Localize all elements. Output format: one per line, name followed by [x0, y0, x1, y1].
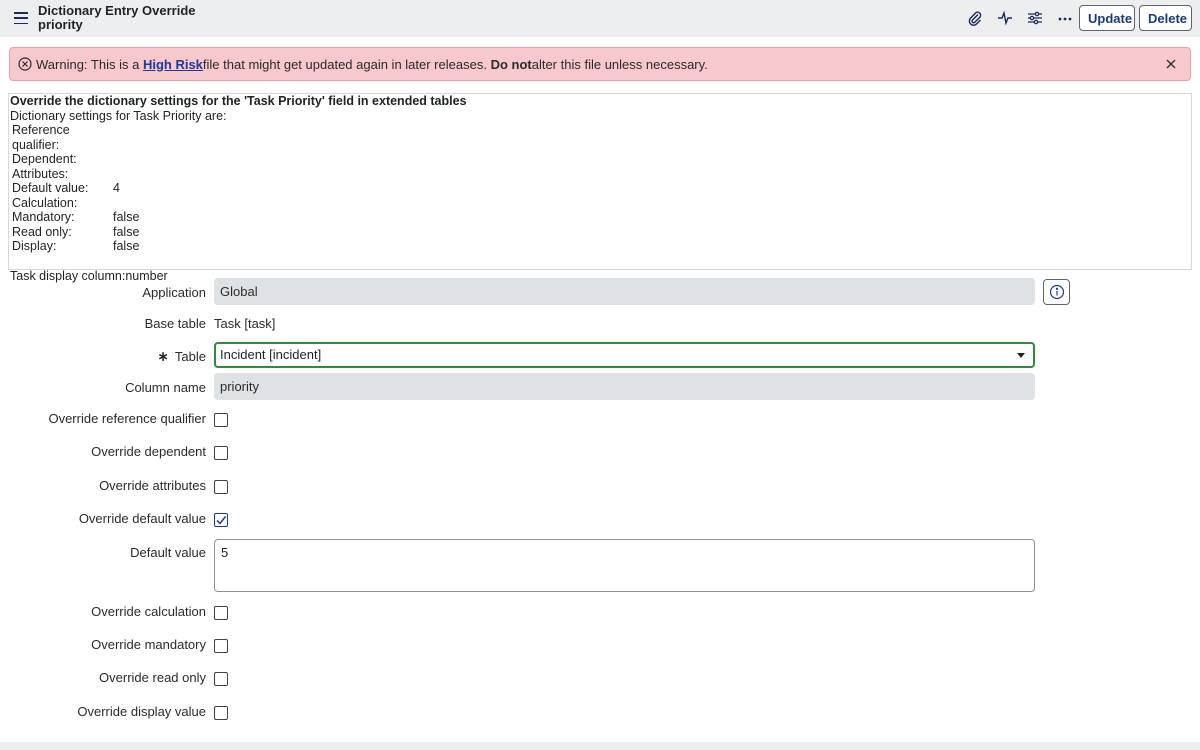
table-row: Read only: false	[12, 225, 139, 240]
override-calculation-checkbox[interactable]	[214, 606, 228, 620]
warning-middle: file that might get updated again in lat…	[202, 56, 487, 72]
application-label: Application	[142, 285, 206, 300]
table-row: Default value: 4	[12, 181, 139, 196]
default-value-label: Default value	[130, 545, 206, 560]
setting-key: Mandatory:	[12, 210, 75, 224]
override-default-value-checkbox[interactable]	[214, 513, 228, 527]
sliders-icon[interactable]	[1025, 8, 1045, 28]
override-dependent-checkbox[interactable]	[214, 446, 228, 460]
setting-key: Read only:	[12, 224, 72, 239]
warning-bold: Do not	[490, 56, 532, 72]
application-field: Global	[214, 278, 1035, 305]
high-risk-link[interactable]: High Risk	[143, 57, 203, 72]
base-table-label: Base table	[144, 316, 206, 331]
required-icon: ∗	[157, 348, 169, 364]
warning-banner: Warning: This is a High Risk file that m…	[9, 47, 1191, 81]
menu-icon[interactable]	[14, 11, 28, 25]
setting-key: Default value:	[12, 181, 89, 195]
dictionary-settings-table: Reference qualifier: Dependent: Attribut…	[12, 123, 139, 254]
table-select[interactable]: Incident [incident]	[214, 342, 1035, 368]
override-display-value-label: Override display value	[77, 704, 206, 719]
column-name-field: priority	[214, 373, 1035, 400]
bottom-bar	[0, 742, 1200, 750]
warning-prefix: Warning: This is a	[36, 56, 140, 72]
base-table-value: Task [task]	[214, 316, 276, 331]
setting-value	[113, 152, 139, 167]
override-attributes-checkbox[interactable]	[214, 480, 228, 494]
setting-value	[113, 196, 139, 211]
setting-key: Dependent:	[12, 152, 77, 166]
page-title-line1: Dictionary Entry Override	[38, 3, 196, 18]
delete-button[interactable]: Delete	[1139, 5, 1192, 31]
column-name-label: Column name	[125, 380, 206, 395]
table-row: Dependent:	[12, 152, 139, 167]
setting-value: false	[113, 210, 140, 224]
setting-key: Display:	[12, 239, 57, 253]
setting-value: false	[113, 239, 140, 253]
info-icon[interactable]	[1043, 279, 1070, 305]
info-subtitle: Dictionary settings for Task Priority ar…	[10, 108, 227, 123]
override-dependent-label: Override dependent	[91, 444, 206, 459]
page-title-line2: priority	[38, 17, 83, 32]
activity-icon[interactable]	[995, 8, 1015, 28]
chevron-down-icon	[1017, 353, 1025, 358]
table-row: Display: false	[12, 239, 139, 254]
setting-value	[113, 123, 139, 152]
table-label-text: Table	[174, 349, 206, 364]
header-icon-group	[965, 8, 1075, 28]
dictionary-info-box: Override the dictionary settings for the…	[8, 93, 1192, 283]
setting-key: Reference qualifier:	[12, 123, 70, 152]
info-title: Override the dictionary settings for the…	[10, 94, 467, 108]
override-mandatory-label: Override mandatory	[91, 637, 206, 652]
warning-suffix: alter this file unless necessary.	[531, 56, 708, 72]
setting-value: false	[113, 224, 140, 239]
setting-key: Attributes:	[12, 166, 69, 181]
setting-key: Calculation:	[12, 195, 78, 210]
error-circle-icon	[18, 57, 32, 71]
override-reference-qualifier-checkbox[interactable]	[214, 413, 228, 427]
override-display-value-checkbox[interactable]	[214, 706, 228, 720]
page-title: Dictionary Entry Override priority	[38, 4, 196, 32]
override-calculation-label: Override calculation	[91, 604, 206, 619]
override-default-value-label: Override default value	[78, 511, 206, 526]
form-header: Dictionary Entry Override priority Updat…	[0, 0, 1200, 37]
setting-value	[113, 167, 139, 182]
override-attributes-label: Override attributes	[99, 478, 206, 493]
table-row: Calculation:	[12, 196, 139, 211]
override-mandatory-checkbox[interactable]	[214, 639, 228, 653]
more-icon[interactable]	[1055, 8, 1075, 28]
table-row: Mandatory: false	[12, 210, 139, 225]
setting-value: 4	[113, 181, 120, 195]
table-select-value: Incident [incident]	[220, 347, 322, 362]
update-button[interactable]: Update	[1079, 5, 1135, 31]
checkmark-icon	[216, 516, 226, 525]
default-value-textarea[interactable]: 5	[214, 539, 1035, 592]
table-row: Reference qualifier:	[12, 123, 139, 152]
close-icon[interactable]	[1164, 57, 1178, 71]
table-row: Attributes:	[12, 167, 139, 182]
override-read-only-label: Override read only	[99, 670, 206, 685]
override-reference-qualifier-label: Override reference qualifier	[48, 411, 206, 426]
override-read-only-checkbox[interactable]	[214, 672, 228, 686]
table-label: ∗ Table	[157, 348, 206, 365]
paperclip-icon[interactable]	[965, 8, 985, 28]
